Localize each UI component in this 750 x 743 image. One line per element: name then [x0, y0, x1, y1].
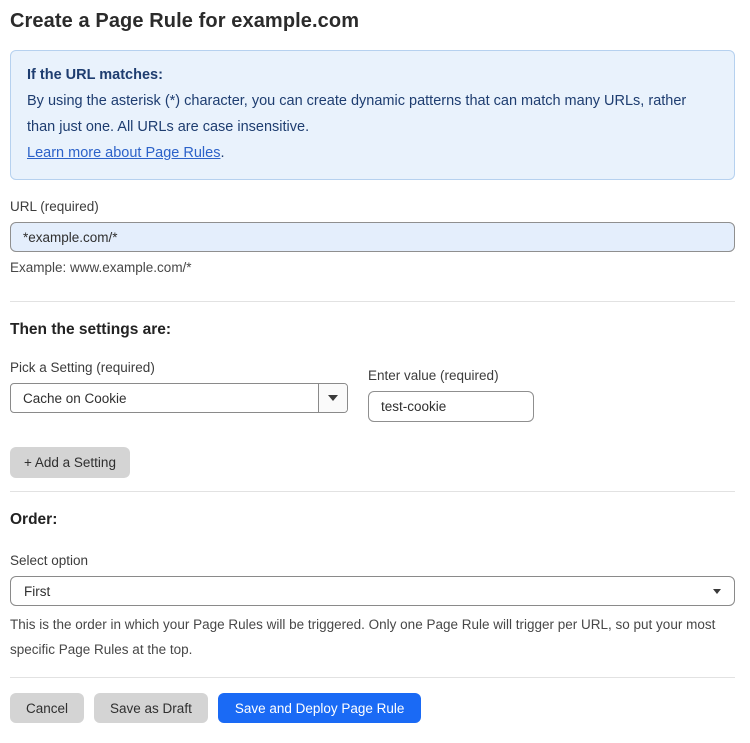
- url-helper-text: Example: www.example.com/*: [10, 260, 192, 275]
- order-select-block: Select option First This is the order in…: [10, 553, 735, 662]
- info-box-link-line: Learn more about Page Rules.: [27, 140, 718, 166]
- section-divider: [10, 491, 735, 492]
- setting-select-label: Pick a Setting (required): [10, 360, 155, 375]
- order-select-label: Select option: [10, 553, 89, 568]
- create-page-rule-form: Create a Page Rule for example.com If th…: [0, 0, 750, 743]
- footer-divider: [10, 677, 735, 678]
- chevron-down-icon: [328, 395, 338, 401]
- chevron-down-icon: [713, 588, 721, 594]
- order-select-value: First: [24, 583, 51, 599]
- setting-value-block: Enter value (required): [368, 368, 534, 422]
- info-box-heading: If the URL matches:: [27, 67, 163, 83]
- learn-more-link[interactable]: Learn more about Page Rules: [27, 145, 220, 161]
- order-section-heading: Order:: [10, 511, 58, 528]
- setting-select-block: Pick a Setting (required) Cache on Cooki…: [10, 360, 348, 413]
- save-as-draft-button[interactable]: Save as Draft: [94, 693, 208, 723]
- setting-select-value: Cache on Cookie: [23, 390, 127, 406]
- footer-actions: Cancel Save as Draft Save and Deploy Pag…: [10, 693, 735, 723]
- settings-section-heading: Then the settings are:: [10, 321, 172, 338]
- save-and-deploy-button[interactable]: Save and Deploy Page Rule: [217, 693, 422, 723]
- order-helper-text: This is the order in which your Page Rul…: [10, 617, 716, 657]
- order-select[interactable]: First: [10, 576, 735, 606]
- cancel-button[interactable]: Cancel: [10, 693, 85, 723]
- section-divider: [10, 301, 735, 302]
- link-suffix: .: [220, 145, 225, 161]
- page-title: Create a Page Rule for example.com: [10, 10, 360, 32]
- add-setting-button[interactable]: + Add a Setting: [10, 447, 130, 478]
- setting-select[interactable]: Cache on Cookie: [10, 383, 348, 413]
- url-field-block: URL (required) Example: www.example.com/…: [10, 199, 735, 275]
- url-input[interactable]: [10, 222, 735, 252]
- setting-value-label: Enter value (required): [368, 368, 499, 383]
- setting-value-input[interactable]: [368, 391, 534, 422]
- url-label: URL (required): [10, 199, 99, 214]
- url-match-info-box: If the URL matches: By using the asteris…: [10, 50, 735, 180]
- settings-row: Pick a Setting (required) Cache on Cooki…: [10, 360, 735, 422]
- info-box-body: By using the asterisk (*) character, you…: [27, 93, 687, 135]
- setting-select-arrow-button[interactable]: [318, 384, 347, 412]
